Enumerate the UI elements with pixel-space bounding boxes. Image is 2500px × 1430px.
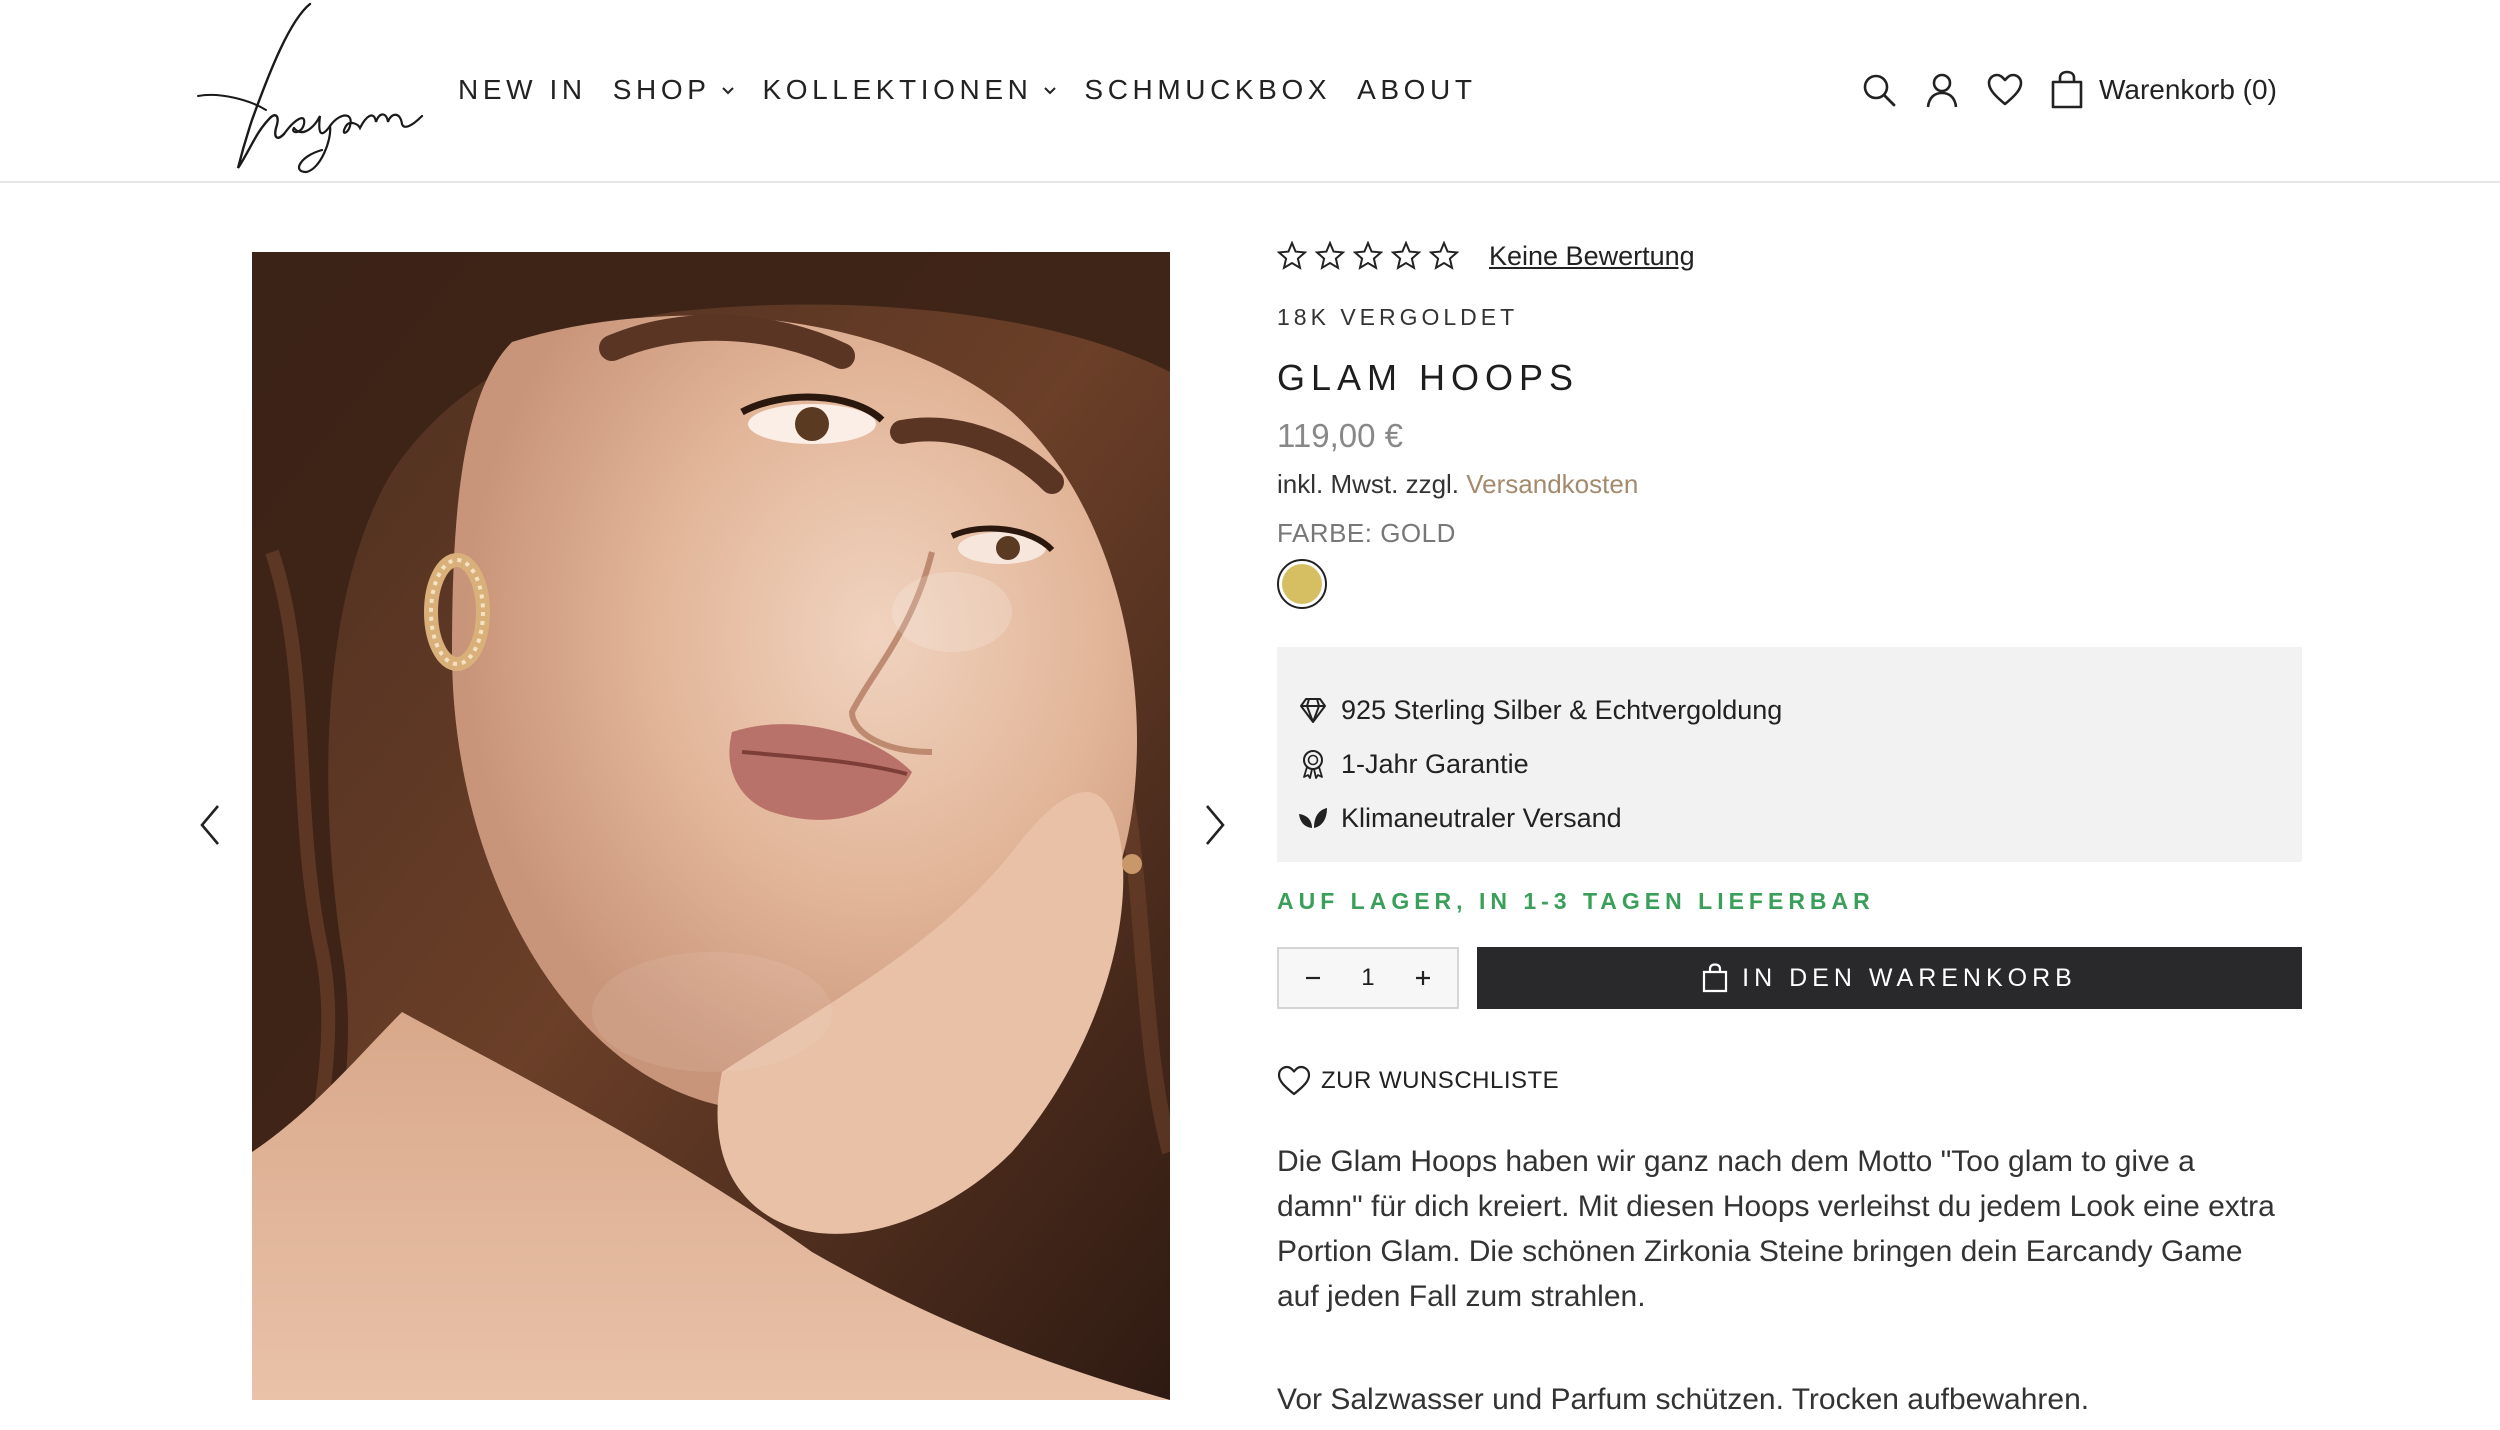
product-photo (252, 252, 1170, 1400)
diamond-icon (1297, 694, 1329, 726)
feature-text: Klimaneutraler Versand (1341, 802, 1622, 833)
header-actions: Warenkorb (0) (1860, 66, 2277, 114)
star-empty-icon (1352, 240, 1384, 271)
product-rating: Keine Bewertung (1276, 230, 2302, 282)
account-icon[interactable] (1923, 71, 1961, 109)
tax-prefix: inkl. Mwst. zzgl. (1277, 469, 1460, 499)
add-to-wishlist-button[interactable]: ZUR WUNSCHLISTE (1277, 1065, 2302, 1097)
care-instructions: Vor Salzwasser und Parfum schützen. Troc… (1277, 1383, 2090, 1416)
add-to-cart-button[interactable]: IN DEN WARENKORB (1477, 947, 2302, 1009)
nav-item-new-in[interactable]: NEW IN (458, 74, 587, 106)
nav-label: NEW IN (458, 74, 587, 105)
chevron-down-icon (722, 87, 735, 95)
product-description: Die Glam Hoops haben wir ganz nach dem M… (1277, 1145, 2275, 1313)
brand-logo[interactable] (190, 0, 430, 180)
cart-link[interactable]: Warenkorb (0) (2099, 74, 2277, 106)
product-title: GLAM HOOPS (1277, 357, 1580, 398)
shipping-link[interactable]: Versandkosten (1466, 469, 1638, 499)
feature-item: Klimaneutraler Versand (1297, 791, 2302, 845)
quantity-stepper: 1 (1277, 947, 1459, 1009)
site-header: NEW IN SHOP KOLLEKTIONEN SCHMUCKBOX ABOU… (0, 0, 2500, 183)
nav-item-about[interactable]: ABOUT (1357, 74, 1476, 106)
color-swatch-gold[interactable] (1277, 559, 1327, 609)
feature-text: 925 Sterling Silber & Echtvergoldung (1341, 694, 1783, 725)
tax-note: inkl. Mwst. zzgl. Versandkosten (1277, 469, 2302, 500)
color-label: FARBE: GOLD (1277, 518, 1456, 548)
nav-label: ABOUT (1357, 74, 1477, 105)
plus-icon (1415, 971, 1430, 985)
main-nav: NEW IN SHOP KOLLEKTIONEN SCHMUCKBOX ABOU… (458, 70, 1503, 110)
star-empty-icon (1428, 240, 1460, 271)
rating-stars[interactable] (1276, 240, 1467, 271)
minus-icon (1306, 976, 1321, 980)
add-to-cart-label: IN DEN WARENKORB (1742, 963, 2077, 992)
leaf-icon (1297, 802, 1329, 834)
swatch-fill (1282, 564, 1322, 604)
cart-icon[interactable] (2049, 70, 2085, 110)
wishlist-icon[interactable] (1986, 71, 2024, 109)
feature-box: 925 Sterling Silber & Echtvergoldung 1-J… (1277, 647, 2302, 862)
feature-item: 925 Sterling Silber & Echtvergoldung (1297, 683, 2302, 737)
product-info: Keine Bewertung 18K VERGOLDET GLAM HOOPS… (1276, 230, 2302, 1417)
feature-item: 1-Jahr Garantie (1297, 737, 2302, 791)
logo-script-mark (197, 2, 424, 174)
nav-label: KOLLEKTIONEN (762, 74, 1033, 105)
feature-text: 1-Jahr Garantie (1341, 748, 1529, 779)
shopping-bag-icon (1702, 963, 1728, 993)
nav-item-schmuckbox[interactable]: SCHMUCKBOX (1084, 74, 1331, 106)
chevron-right-icon (1206, 805, 1225, 845)
award-icon (1297, 748, 1329, 780)
stock-status: AUF LAGER, IN 1-3 TAGEN LIEFERBAR (1277, 888, 1875, 914)
star-empty-icon (1276, 240, 1308, 271)
star-empty-icon (1314, 240, 1346, 271)
product-subtitle: 18K VERGOLDET (1277, 304, 1519, 330)
chevron-left-icon (200, 805, 219, 845)
nav-label: SCHMUCKBOX (1084, 74, 1332, 105)
nav-item-kollektionen[interactable]: KOLLEKTIONEN (762, 74, 1058, 106)
wishlist-label: ZUR WUNSCHLISTE (1321, 1067, 1560, 1094)
quantity-increase-button[interactable] (1403, 958, 1443, 998)
star-empty-icon (1390, 240, 1422, 271)
search-icon[interactable] (1860, 71, 1898, 109)
nav-label: SHOP (612, 74, 711, 105)
gallery-next-button[interactable] (1195, 800, 1235, 850)
chevron-down-icon (1044, 87, 1057, 95)
product-price: 119,00 € (1277, 417, 1404, 454)
quantity-decrease-button[interactable] (1293, 958, 1333, 998)
heart-icon (1277, 1065, 1311, 1097)
gallery-prev-button[interactable] (190, 800, 230, 850)
purchase-row: 1 IN DEN WARENKORB (1277, 947, 2302, 1009)
review-link[interactable]: Keine Bewertung (1489, 241, 1695, 272)
product-image (252, 252, 1170, 1400)
quantity-value[interactable]: 1 (1361, 964, 1374, 992)
nav-item-shop[interactable]: SHOP (613, 74, 737, 106)
